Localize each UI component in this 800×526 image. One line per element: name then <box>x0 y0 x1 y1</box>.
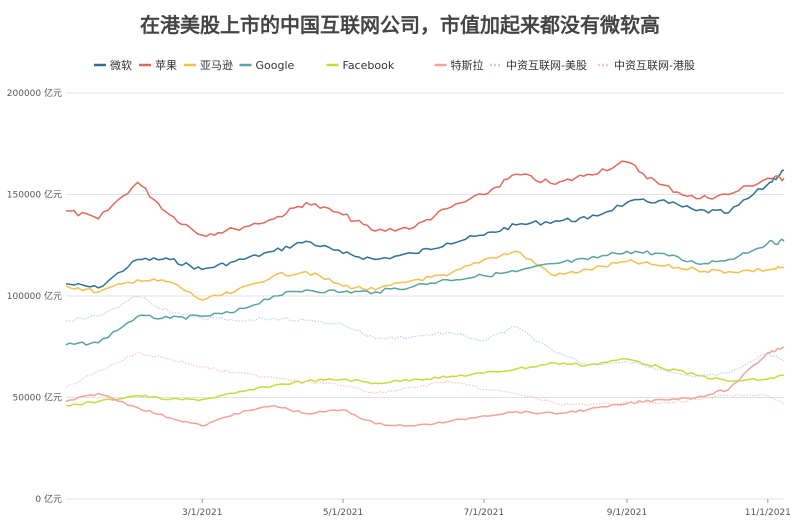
legend-item[interactable]: 中资互联网-港股 <box>598 59 695 72</box>
x-tick-label: 7/1/2021 <box>464 508 504 518</box>
y-tick-label: 0 亿元 <box>35 493 62 505</box>
chart-container: 在港美股上市的中国互联网公司，市值加起来都没有微软高 微软 苹果 亚马逊 Google… <box>0 0 800 526</box>
x-tick-label: 11/1/2021 <box>745 508 791 518</box>
legend-item[interactable]: 中资互联网-美股 <box>490 59 587 72</box>
y-tick-label: 200000 亿元 <box>7 87 62 99</box>
legend-item[interactable]: 亚马逊 <box>184 59 233 72</box>
chart-title: 在港美股上市的中国互联网公司，市值加起来都没有微软高 <box>140 13 660 37</box>
y-tick-label: 150000 亿元 <box>7 189 62 201</box>
legend-label: 中资互联网-港股 <box>614 59 695 72</box>
legend-item[interactable]: Google <box>239 59 295 72</box>
legend-label: Facebook <box>343 59 395 72</box>
x-axis: 3/1/2021 5/1/2021 7/1/2021 9/1/2021 11/1/202… <box>182 499 791 518</box>
x-tick-label: 5/1/2021 <box>323 508 363 518</box>
plot-area <box>65 160 785 427</box>
grid <box>66 92 784 500</box>
series-line-1 <box>65 160 785 238</box>
series-line-0 <box>65 169 785 289</box>
legend-label: 亚马逊 <box>200 59 233 72</box>
legend-item[interactable]: 苹果 <box>139 58 177 72</box>
legend-item[interactable]: 特斯拉 <box>434 58 484 72</box>
y-axis: 0 亿元 50000 亿元 100000 亿元 150000 亿元 200000 亿元 <box>7 87 62 505</box>
y-tick-label: 100000 亿元 <box>7 290 62 302</box>
legend-label: 苹果 <box>155 58 177 72</box>
series-line-3 <box>65 238 785 346</box>
x-tick-label: 9/1/2021 <box>607 508 647 518</box>
line-chart: 在港美股上市的中国互联网公司，市值加起来都没有微软高 微软 苹果 亚马逊 Google… <box>7 13 791 518</box>
legend-item[interactable]: 微软 <box>94 58 132 72</box>
legend-label: Google <box>256 59 295 72</box>
x-tick-label: 3/1/2021 <box>182 508 222 518</box>
legend-item[interactable]: Facebook <box>326 59 395 72</box>
y-tick-label: 50000 亿元 <box>13 392 63 404</box>
series-line-5 <box>65 346 785 427</box>
legend-label: 微软 <box>110 58 132 72</box>
legend-label: 特斯拉 <box>451 58 484 72</box>
legend: 微软 苹果 亚马逊 Google Facebook 特斯拉 中资互联网-美股 中资互联网-港股 <box>94 58 695 72</box>
series-line-6 <box>65 295 785 378</box>
legend-label: 中资互联网-美股 <box>506 59 587 72</box>
